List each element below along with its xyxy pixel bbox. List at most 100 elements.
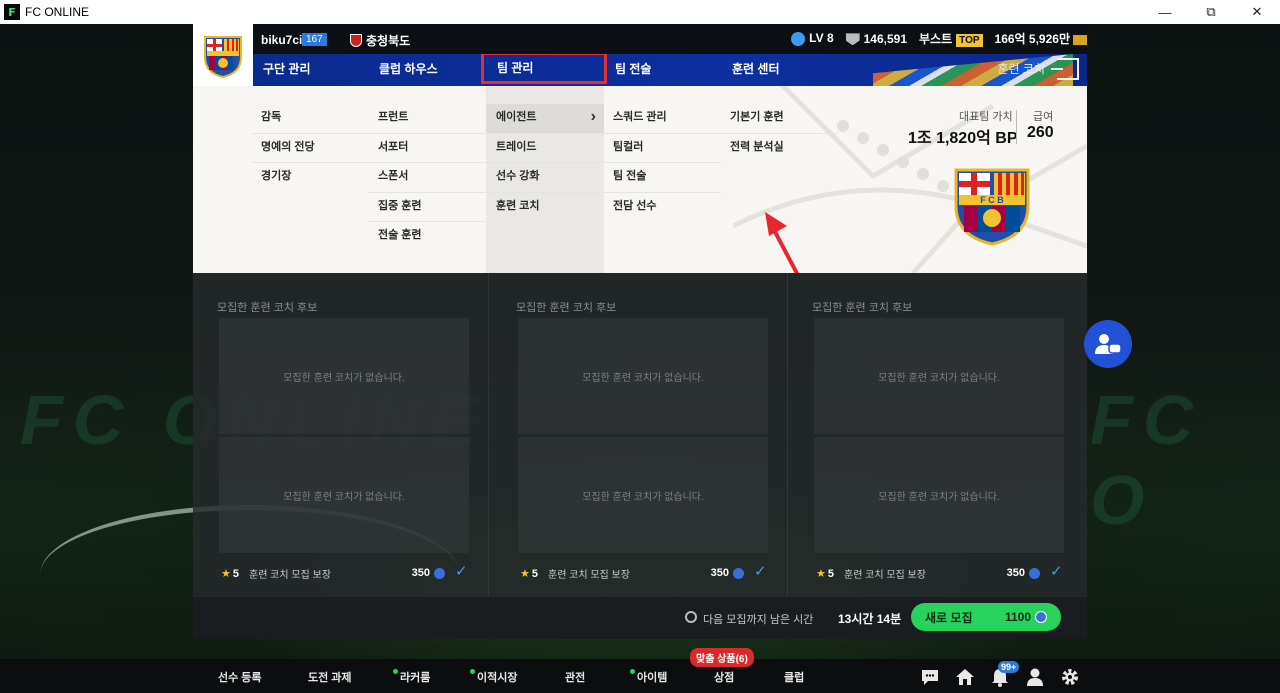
- coach-panel-2: 모집한 훈련 코치 후보 모집한 훈련 코치가 없습니다. 모집한 훈련 코치가…: [492, 273, 788, 597]
- bottom-nav-shop[interactable]: 상점: [714, 669, 734, 685]
- cost-value: 350: [710, 567, 729, 579]
- region-label: 충청북도: [366, 34, 411, 48]
- region: 충청북도: [350, 32, 410, 49]
- window-title: FC ONLINE: [25, 5, 90, 19]
- bottom-nav-locker-room[interactable]: 라커룸: [393, 669, 430, 685]
- nav-training-center[interactable]: 훈련 센터: [732, 54, 780, 86]
- star-icon: ★ 5: [816, 567, 834, 580]
- restore-icon[interactable]: ⧉: [1188, 0, 1234, 24]
- new-dot-icon: [470, 669, 475, 674]
- empty-slot: 모집한 훈련 코치가 없습니다.: [518, 437, 768, 553]
- panel-title: 모집한 훈련 코치 후보: [516, 302, 617, 314]
- team-management-menu: 감독 명예의 전당 경기장 프런트 서포터 스폰서 집중 훈련 전술 훈련 에이…: [193, 86, 1087, 273]
- coin-icon: [733, 567, 744, 579]
- gear-icon[interactable]: [1060, 667, 1080, 687]
- bottom-nav-transfer-market[interactable]: 이적시장: [470, 669, 517, 685]
- menu-item-manager[interactable]: 감독: [251, 104, 369, 134]
- nav-club-house[interactable]: 클럽 하우스: [379, 54, 438, 86]
- menu-item-basic-training[interactable]: 기본기 훈련: [720, 104, 838, 134]
- username: biku7cii: [261, 33, 306, 47]
- bp-stat: 146,591: [845, 32, 907, 46]
- nav-team-tactics[interactable]: 팀 전술: [615, 54, 651, 86]
- star-icon: ★ 5: [221, 567, 239, 580]
- recruit-label: 새로 모집: [925, 610, 973, 625]
- nav-club-management[interactable]: 구단 관리: [263, 54, 311, 86]
- background-logo-right: FC O: [1090, 381, 1204, 539]
- window-controls: — ⧉ ✕: [1142, 0, 1280, 24]
- boost-top-tag: TOP: [956, 34, 983, 47]
- club-crest-large-icon: F C B: [954, 168, 1030, 246]
- panel-title: 모집한 훈련 코치 후보: [217, 302, 318, 314]
- level-stat: LV 8: [791, 31, 834, 46]
- menu-item-hall-of-fame[interactable]: 명예의 전당: [251, 134, 369, 163]
- home-icon[interactable]: [955, 667, 975, 687]
- header-stats: LV 8 146,591 부스트 TOP 166억 5,926만: [791, 30, 1087, 47]
- panel-title: 모집한 훈련 코치 후보: [812, 302, 913, 314]
- friend-chat-icon: [1095, 334, 1122, 354]
- level-badge: 167: [302, 33, 327, 46]
- menu-item-player-upgrade[interactable]: 선수 강화: [486, 163, 604, 193]
- panel-footer: ★ 5 훈련 코치 모집 보장 350 ✓: [816, 564, 1066, 581]
- smiley-icon: [791, 31, 806, 46]
- checkbox[interactable]: ✓: [1050, 564, 1066, 581]
- minimize-icon[interactable]: —: [1142, 0, 1188, 24]
- recruit-cost: 1100: [1004, 610, 1031, 624]
- club-crest-icon[interactable]: [193, 24, 253, 86]
- menu-item-agent[interactable]: 에이전트: [486, 104, 604, 134]
- bottom-nav-items[interactable]: 아이템: [630, 669, 667, 685]
- menu-item-squad[interactable]: 스쿼드 관리: [603, 104, 721, 134]
- menu-item-front[interactable]: 프런트: [368, 104, 486, 134]
- money-stat: 166억 5,926만: [995, 30, 1087, 47]
- empty-slot: 모집한 훈련 코치가 없습니다.: [814, 318, 1064, 434]
- menu-item-analysis-room[interactable]: 전력 분석실: [720, 134, 838, 164]
- menu-item-focus-training[interactable]: 집중 훈련: [368, 193, 486, 222]
- menu-item-stadium[interactable]: 경기장: [251, 163, 369, 193]
- menu-item-team-color[interactable]: 팀컬러: [603, 134, 721, 163]
- wage-label: 급여: [1033, 111, 1054, 123]
- menu-col-1: 감독 명예의 전당 경기장: [251, 104, 369, 193]
- bottom-nav-spectate[interactable]: 관전: [565, 669, 585, 685]
- guarantee-label: 훈련 코치 모집 보장: [249, 569, 331, 581]
- menu-item-team-tactics[interactable]: 팀 전술: [603, 163, 721, 193]
- empty-slot: 모집한 훈련 코치가 없습니다.: [814, 437, 1064, 553]
- menu-item-training-coach[interactable]: 훈련 코치: [486, 193, 604, 223]
- coin-icon: [1035, 611, 1047, 623]
- empty-slot: 모집한 훈련 코치가 없습니다.: [219, 437, 469, 553]
- nav-training-coach[interactable]: 훈련 코치: [998, 54, 1046, 84]
- wage-value: 260: [1027, 124, 1054, 141]
- menu-item-tactics-training[interactable]: 전술 훈련: [368, 222, 486, 252]
- profile-icon[interactable]: [1025, 667, 1045, 687]
- coin-icon: [1029, 567, 1040, 579]
- menu-item-trade[interactable]: 트레이드: [486, 134, 604, 163]
- menu-item-sponsor[interactable]: 스폰서: [368, 163, 486, 193]
- money-icon: [1073, 34, 1087, 45]
- app-logo-icon: F: [4, 4, 20, 20]
- chat-icon[interactable]: [920, 667, 940, 687]
- boost-stat[interactable]: 부스트 TOP: [919, 30, 983, 47]
- region-flag-icon: [350, 34, 362, 47]
- team-value-label: 대표팀 가치: [959, 111, 1013, 123]
- checkbox[interactable]: ✓: [455, 564, 471, 581]
- coach-panel-3: 모집한 훈련 코치 후보 모집한 훈련 코치가 없습니다. 모집한 훈련 코치가…: [788, 273, 1084, 597]
- bottom-nav-challenges[interactable]: 도전 과제: [308, 669, 352, 685]
- close-icon[interactable]: ✕: [1234, 0, 1280, 24]
- menu-col-2: 프런트 서포터 스폰서 집중 훈련 전술 훈련: [368, 104, 486, 252]
- main-nav: 구단 관리 클럽 하우스 팀 관리 팀 전술 훈련 센터 훈련 코치: [193, 54, 1087, 86]
- menu-col-4: 스쿼드 관리 팀컬러 팀 전술 전담 선수: [603, 104, 721, 222]
- friend-chat-button[interactable]: [1084, 320, 1132, 368]
- timer-icon: [685, 611, 697, 623]
- menu-item-dedicated-player[interactable]: 전담 선수: [603, 193, 721, 223]
- cost-value: 350: [1006, 567, 1025, 579]
- nav-team-management[interactable]: 팀 관리: [481, 54, 607, 84]
- menu-item-supporter[interactable]: 서포터: [368, 134, 486, 163]
- menu-col-3: 에이전트 트레이드 선수 강화 훈련 코치: [486, 104, 604, 222]
- shop-custom-offer-tag[interactable]: 맞춤 상품(6): [690, 648, 754, 667]
- checkbox[interactable]: ✓: [754, 564, 770, 581]
- bottom-nav-club[interactable]: 클럽: [784, 669, 804, 685]
- new-recruit-button[interactable]: 새로 모집 1100: [911, 603, 1061, 631]
- bottom-nav-player-register[interactable]: 선수 등록: [218, 669, 262, 685]
- guarantee-label: 훈련 코치 모집 보장: [548, 569, 630, 581]
- exit-icon[interactable]: [1051, 58, 1079, 80]
- timer-value: 13시간 14분: [838, 612, 902, 626]
- new-dot-icon: [630, 669, 635, 674]
